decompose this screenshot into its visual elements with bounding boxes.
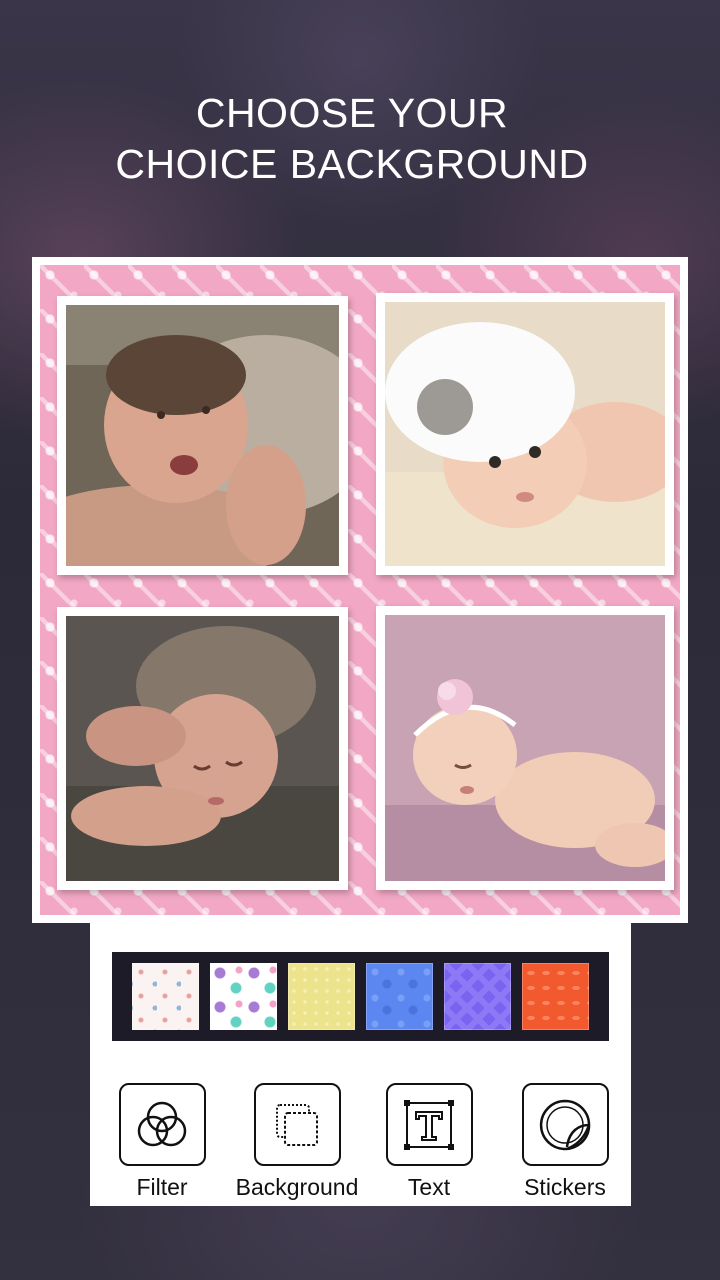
swatch-flowers[interactable] bbox=[210, 963, 277, 1030]
sticker-icon bbox=[539, 1099, 591, 1150]
background-swatch-strip bbox=[112, 952, 609, 1041]
headline: CHOOSE YOUR CHOICE BACKGROUND bbox=[0, 88, 704, 190]
filter-icon bbox=[137, 1101, 187, 1146]
text-icon bbox=[404, 1099, 454, 1150]
collage-preview bbox=[32, 257, 688, 923]
collage-background bbox=[40, 265, 680, 915]
swatch-blue-bubbles[interactable] bbox=[366, 963, 433, 1030]
photo-frame-1[interactable] bbox=[57, 296, 348, 575]
toolbar: Filter Background Text Stickers bbox=[90, 1083, 631, 1206]
stickers-label: Stickers bbox=[524, 1174, 606, 1200]
text-icon-box bbox=[385, 1083, 473, 1166]
headline-line-2: CHOICE BACKGROUND bbox=[115, 141, 589, 187]
baby-white-hat-photo bbox=[385, 302, 665, 566]
background-icon bbox=[276, 1103, 318, 1146]
baby-knit-hat-photo bbox=[66, 616, 339, 881]
stickers-button[interactable]: Stickers bbox=[500, 1083, 630, 1200]
filter-button[interactable]: Filter bbox=[97, 1083, 227, 1200]
headline-line-1: CHOOSE YOUR bbox=[195, 90, 509, 136]
background-label: Background bbox=[235, 1174, 359, 1200]
swatch-yellow-dots[interactable] bbox=[288, 963, 355, 1030]
text-label: Text bbox=[407, 1174, 451, 1200]
sticker-icon-box bbox=[521, 1083, 609, 1166]
editor-panel: Filter Background Text Stickers bbox=[90, 923, 631, 1206]
background-button[interactable]: Background bbox=[232, 1083, 362, 1200]
baby-yawning-photo bbox=[66, 305, 339, 566]
swatch-purple-chevron[interactable] bbox=[444, 963, 511, 1030]
photo-frame-4[interactable] bbox=[376, 606, 674, 890]
text-button[interactable]: Text bbox=[364, 1083, 494, 1200]
swatch-orange-hearts[interactable] bbox=[522, 963, 589, 1030]
filter-label: Filter bbox=[136, 1174, 188, 1200]
baby-flower-headband-photo bbox=[385, 615, 665, 881]
swatch-doodles[interactable] bbox=[132, 963, 199, 1030]
background-icon-box bbox=[253, 1083, 341, 1166]
filter-icon-box bbox=[118, 1083, 206, 1166]
photo-frame-2[interactable] bbox=[376, 293, 674, 575]
photo-frame-3[interactable] bbox=[57, 607, 348, 890]
